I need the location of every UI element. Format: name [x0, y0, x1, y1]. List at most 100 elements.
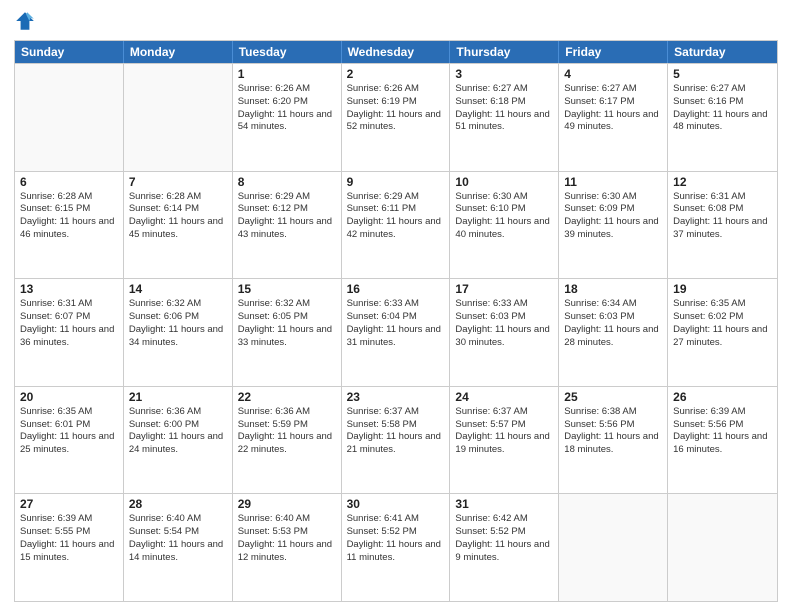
day-info: Sunrise: 6:29 AM Sunset: 6:11 PM Dayligh…: [347, 191, 445, 242]
day-number: 10: [455, 175, 553, 189]
day-number: 8: [238, 175, 336, 189]
weekday-header-monday: Monday: [124, 41, 233, 63]
day-number: 24: [455, 390, 553, 404]
day-number: 7: [129, 175, 227, 189]
day-number: 23: [347, 390, 445, 404]
day-number: 29: [238, 497, 336, 511]
day-info: Sunrise: 6:26 AM Sunset: 6:19 PM Dayligh…: [347, 83, 445, 134]
day-info: Sunrise: 6:40 AM Sunset: 5:54 PM Dayligh…: [129, 513, 227, 564]
calendar-cell: 15 Sunrise: 6:32 AM Sunset: 6:05 PM Dayli…: [233, 279, 342, 386]
day-number: 27: [20, 497, 118, 511]
day-number: 13: [20, 282, 118, 296]
calendar-cell: 13 Sunrise: 6:31 AM Sunset: 6:07 PM Dayli…: [15, 279, 124, 386]
day-number: 22: [238, 390, 336, 404]
calendar-row-5: 27Sunrise: 6:39 AM Sunset: 5:55 PM Dayli…: [15, 493, 777, 601]
day-info: Sunrise: 6:31 AM Sunset: 6:07 PM Dayligh…: [20, 298, 118, 349]
calendar-cell: [668, 494, 777, 601]
day-info: Sunrise: 6:35 AM Sunset: 6:01 PM Dayligh…: [20, 406, 118, 457]
calendar-cell: 19Sunrise: 6:35 AM Sunset: 6:02 PM Dayli…: [668, 279, 777, 386]
calendar-cell: 20 Sunrise: 6:35 AM Sunset: 6:01 PM Dayli…: [15, 387, 124, 494]
calendar-cell: 25 Sunrise: 6:38 AM Sunset: 5:56 PM Dayli…: [559, 387, 668, 494]
day-number: 20: [20, 390, 118, 404]
day-info: Sunrise: 6:27 AM Sunset: 6:16 PM Dayligh…: [673, 83, 772, 134]
day-info: Sunrise: 6:37 AM Sunset: 5:58 PM Dayligh…: [347, 406, 445, 457]
calendar-cell: 27Sunrise: 6:39 AM Sunset: 5:55 PM Dayli…: [15, 494, 124, 601]
day-info: Sunrise: 6:38 AM Sunset: 5:56 PM Dayligh…: [564, 406, 662, 457]
day-info: Sunrise: 6:30 AM Sunset: 6:09 PM Dayligh…: [564, 191, 662, 242]
weekday-header-saturday: Saturday: [668, 41, 777, 63]
calendar-row-2: 6 Sunrise: 6:28 AM Sunset: 6:15 PM Daylig…: [15, 171, 777, 279]
calendar-cell: 11 Sunrise: 6:30 AM Sunset: 6:09 PM Dayli…: [559, 172, 668, 279]
weekday-header-sunday: Sunday: [15, 41, 124, 63]
calendar-cell: 23 Sunrise: 6:37 AM Sunset: 5:58 PM Dayli…: [342, 387, 451, 494]
day-number: 11: [564, 175, 662, 189]
calendar-cell: 8 Sunrise: 6:29 AM Sunset: 6:12 PM Daylig…: [233, 172, 342, 279]
calendar-cell: 31 Sunrise: 6:42 AM Sunset: 5:52 PM Dayli…: [450, 494, 559, 601]
calendar-row-1: 1 Sunrise: 6:26 AM Sunset: 6:20 PM Daylig…: [15, 63, 777, 171]
calendar-cell: 1 Sunrise: 6:26 AM Sunset: 6:20 PM Daylig…: [233, 64, 342, 171]
calendar-cell: 4Sunrise: 6:27 AM Sunset: 6:17 PM Daylig…: [559, 64, 668, 171]
day-info: Sunrise: 6:30 AM Sunset: 6:10 PM Dayligh…: [455, 191, 553, 242]
calendar-cell: 14Sunrise: 6:32 AM Sunset: 6:06 PM Dayli…: [124, 279, 233, 386]
calendar-cell: 24 Sunrise: 6:37 AM Sunset: 5:57 PM Dayli…: [450, 387, 559, 494]
calendar-cell: 16 Sunrise: 6:33 AM Sunset: 6:04 PM Dayli…: [342, 279, 451, 386]
day-info: Sunrise: 6:37 AM Sunset: 5:57 PM Dayligh…: [455, 406, 553, 457]
calendar-cell: 7 Sunrise: 6:28 AM Sunset: 6:14 PM Daylig…: [124, 172, 233, 279]
calendar-cell: 9 Sunrise: 6:29 AM Sunset: 6:11 PM Daylig…: [342, 172, 451, 279]
logo: [14, 10, 38, 32]
day-number: 3: [455, 67, 553, 81]
day-info: Sunrise: 6:28 AM Sunset: 6:15 PM Dayligh…: [20, 191, 118, 242]
day-number: 28: [129, 497, 227, 511]
day-info: Sunrise: 6:39 AM Sunset: 5:56 PM Dayligh…: [673, 406, 772, 457]
weekday-header-thursday: Thursday: [450, 41, 559, 63]
day-number: 15: [238, 282, 336, 296]
day-number: 18: [564, 282, 662, 296]
calendar-cell: 6 Sunrise: 6:28 AM Sunset: 6:15 PM Daylig…: [15, 172, 124, 279]
calendar-cell: 17 Sunrise: 6:33 AM Sunset: 6:03 PM Dayli…: [450, 279, 559, 386]
calendar-cell: 29Sunrise: 6:40 AM Sunset: 5:53 PM Dayli…: [233, 494, 342, 601]
day-info: Sunrise: 6:26 AM Sunset: 6:20 PM Dayligh…: [238, 83, 336, 134]
calendar-cell: 30Sunrise: 6:41 AM Sunset: 5:52 PM Dayli…: [342, 494, 451, 601]
calendar-header: SundayMondayTuesdayWednesdayThursdayFrid…: [15, 41, 777, 63]
calendar-cell: 12Sunrise: 6:31 AM Sunset: 6:08 PM Dayli…: [668, 172, 777, 279]
calendar-cell: 3 Sunrise: 6:27 AM Sunset: 6:18 PM Daylig…: [450, 64, 559, 171]
day-info: Sunrise: 6:27 AM Sunset: 6:18 PM Dayligh…: [455, 83, 553, 134]
calendar-cell: [559, 494, 668, 601]
weekday-header-wednesday: Wednesday: [342, 41, 451, 63]
calendar-cell: 26 Sunrise: 6:39 AM Sunset: 5:56 PM Dayli…: [668, 387, 777, 494]
day-number: 25: [564, 390, 662, 404]
calendar-cell: 22Sunrise: 6:36 AM Sunset: 5:59 PM Dayli…: [233, 387, 342, 494]
day-info: Sunrise: 6:41 AM Sunset: 5:52 PM Dayligh…: [347, 513, 445, 564]
day-number: 12: [673, 175, 772, 189]
day-number: 16: [347, 282, 445, 296]
day-info: Sunrise: 6:42 AM Sunset: 5:52 PM Dayligh…: [455, 513, 553, 564]
day-number: 26: [673, 390, 772, 404]
day-info: Sunrise: 6:33 AM Sunset: 6:03 PM Dayligh…: [455, 298, 553, 349]
day-number: 4: [564, 67, 662, 81]
weekday-header-tuesday: Tuesday: [233, 41, 342, 63]
day-info: Sunrise: 6:29 AM Sunset: 6:12 PM Dayligh…: [238, 191, 336, 242]
day-number: 5: [673, 67, 772, 81]
calendar-cell: 28 Sunrise: 6:40 AM Sunset: 5:54 PM Dayli…: [124, 494, 233, 601]
calendar-cell: 18 Sunrise: 6:34 AM Sunset: 6:03 PM Dayli…: [559, 279, 668, 386]
day-info: Sunrise: 6:32 AM Sunset: 6:06 PM Dayligh…: [129, 298, 227, 349]
day-info: Sunrise: 6:33 AM Sunset: 6:04 PM Dayligh…: [347, 298, 445, 349]
day-number: 1: [238, 67, 336, 81]
calendar-cell: 2 Sunrise: 6:26 AM Sunset: 6:19 PM Daylig…: [342, 64, 451, 171]
day-info: Sunrise: 6:32 AM Sunset: 6:05 PM Dayligh…: [238, 298, 336, 349]
calendar-row-4: 20 Sunrise: 6:35 AM Sunset: 6:01 PM Dayli…: [15, 386, 777, 494]
day-info: Sunrise: 6:34 AM Sunset: 6:03 PM Dayligh…: [564, 298, 662, 349]
weekday-header-friday: Friday: [559, 41, 668, 63]
calendar-cell: 5 Sunrise: 6:27 AM Sunset: 6:16 PM Daylig…: [668, 64, 777, 171]
day-info: Sunrise: 6:28 AM Sunset: 6:14 PM Dayligh…: [129, 191, 227, 242]
day-number: 17: [455, 282, 553, 296]
calendar-cell: [15, 64, 124, 171]
calendar-cell: 10 Sunrise: 6:30 AM Sunset: 6:10 PM Dayli…: [450, 172, 559, 279]
page: SundayMondayTuesdayWednesdayThursdayFrid…: [0, 0, 792, 612]
header: [14, 10, 778, 32]
day-number: 9: [347, 175, 445, 189]
day-number: 31: [455, 497, 553, 511]
day-number: 6: [20, 175, 118, 189]
day-number: 2: [347, 67, 445, 81]
calendar-cell: 21Sunrise: 6:36 AM Sunset: 6:00 PM Dayli…: [124, 387, 233, 494]
